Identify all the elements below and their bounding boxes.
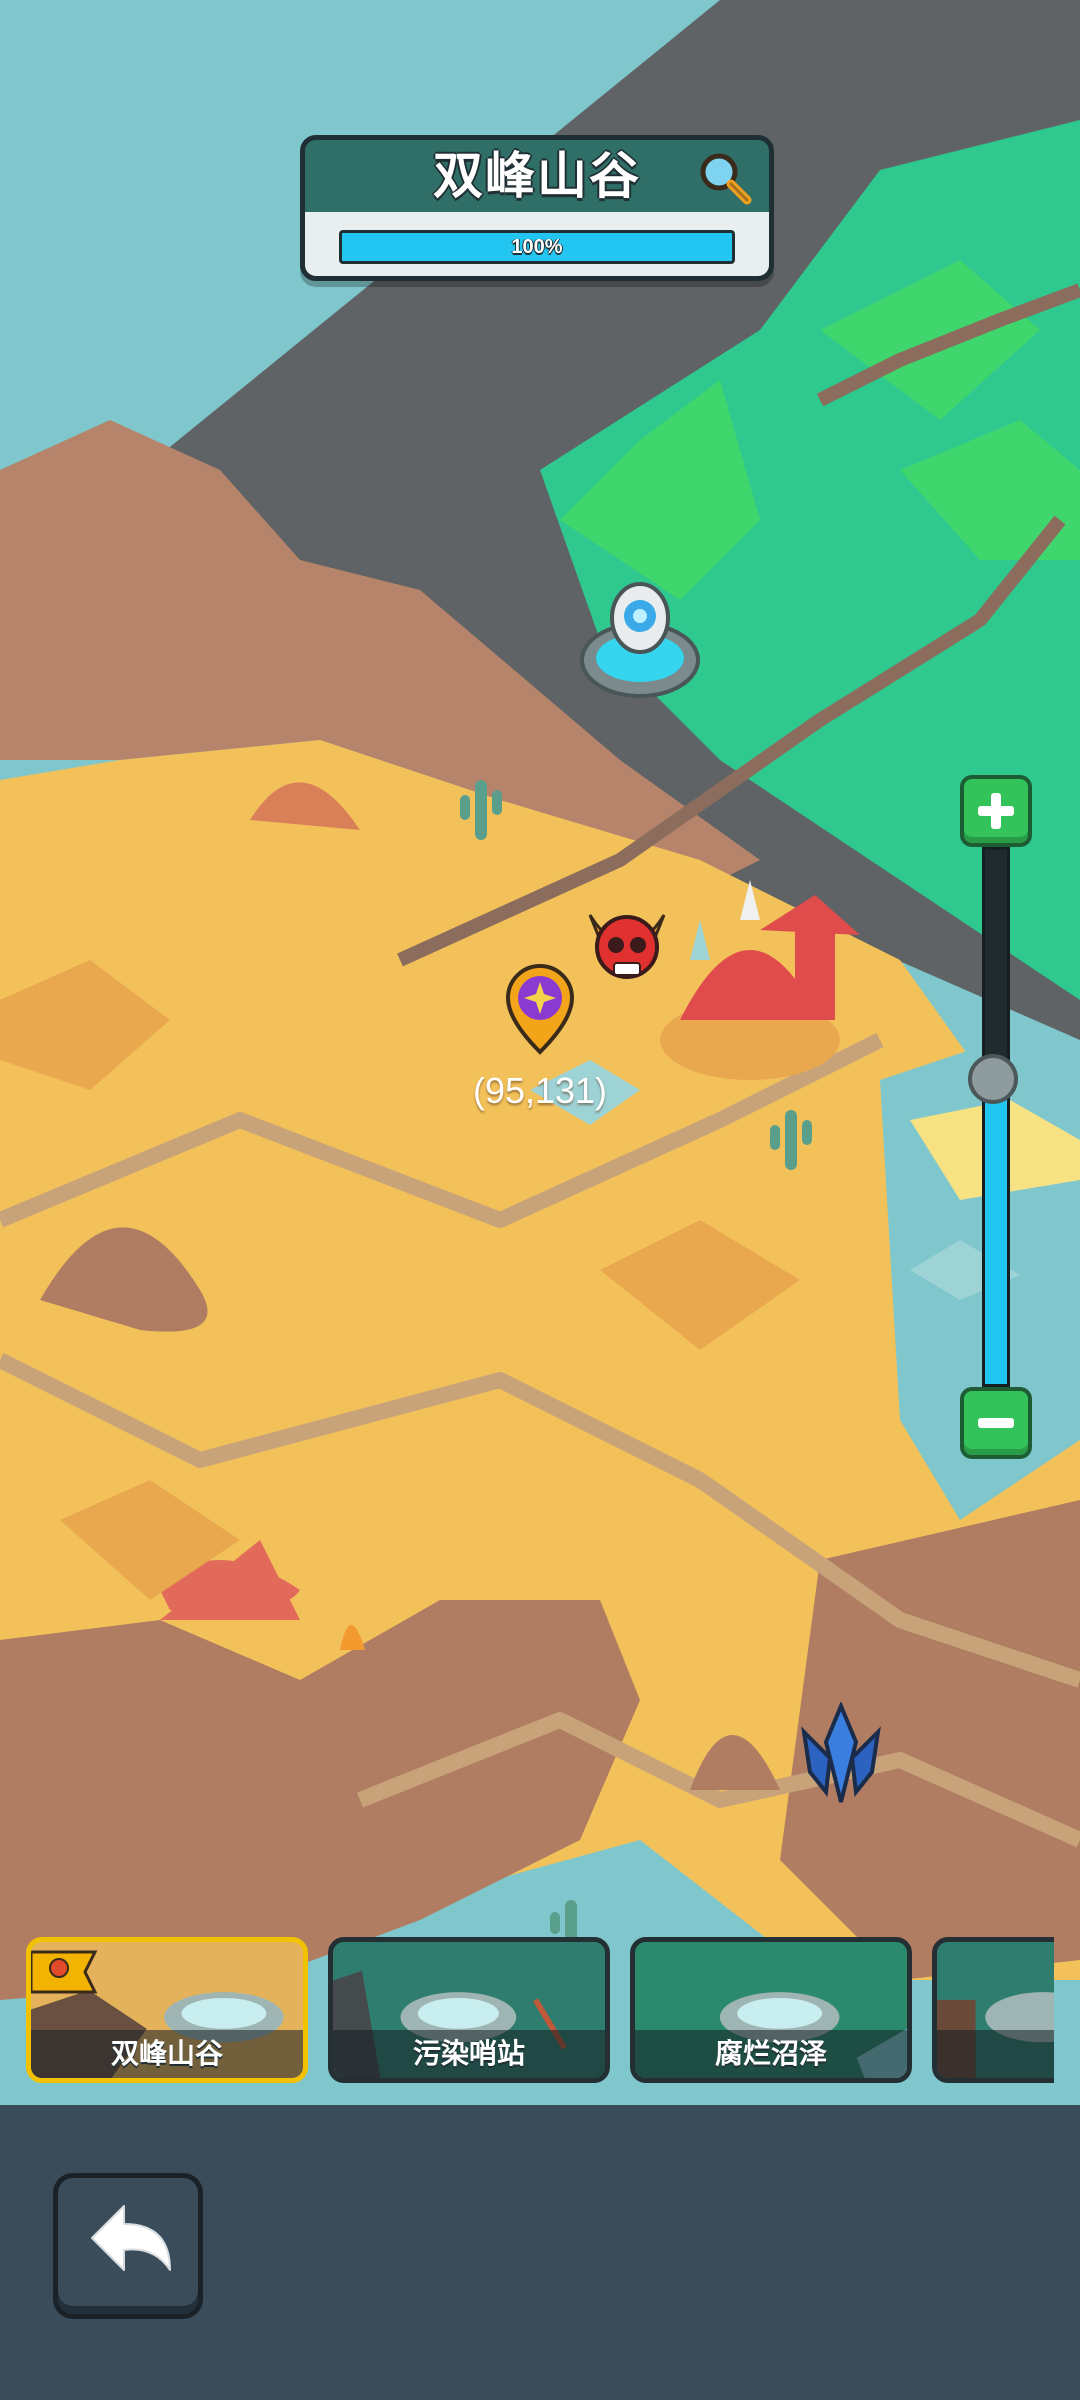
region-card[interactable]: 寒 <box>932 1937 1054 2083</box>
zoom-track[interactable] <box>982 847 1010 1387</box>
red-skull-icon[interactable] <box>584 905 670 987</box>
back-arrow-icon <box>91 2205 171 2271</box>
teleport-portal-icon[interactable] <box>578 580 702 704</box>
zoom-slider[interactable] <box>960 775 1036 1465</box>
region-card[interactable]: 双峰山谷 <box>26 1937 308 2083</box>
region-card-list[interactable]: 双峰山谷 污染哨站 腐烂沼泽 寒 <box>26 1937 1054 2087</box>
progress-text: 100% <box>511 236 563 258</box>
zoom-fill <box>985 1076 1007 1384</box>
progress-bar: 100% <box>339 230 735 264</box>
blue-crystal-icon[interactable] <box>796 1702 886 1806</box>
region-card-label: 寒 <box>937 2030 1054 2078</box>
location-pin-icon[interactable] <box>504 964 576 1056</box>
region-card[interactable]: 污染哨站 <box>328 1937 610 2083</box>
exploration-progress: 100% <box>305 212 769 276</box>
world-map[interactable]: (95,131) <box>0 0 1080 2105</box>
region-card[interactable]: 腐烂沼泽 <box>630 1937 912 2083</box>
minus-icon[interactable] <box>960 1387 1032 1459</box>
player-coordinates: (95,131) <box>472 1070 608 1111</box>
back-button[interactable] <box>53 2173 203 2319</box>
region-header: 双峰山谷 100% <box>300 135 774 281</box>
region-card-label: 腐烂沼泽 <box>635 2030 907 2078</box>
magnifier-icon[interactable] <box>697 150 753 206</box>
location-flag-icon <box>31 1950 98 1994</box>
plus-icon[interactable] <box>960 775 1032 847</box>
region-card-label: 双峰山谷 <box>31 2030 303 2078</box>
zoom-knob[interactable] <box>968 1054 1018 1105</box>
region-card-label: 污染哨站 <box>333 2030 605 2078</box>
